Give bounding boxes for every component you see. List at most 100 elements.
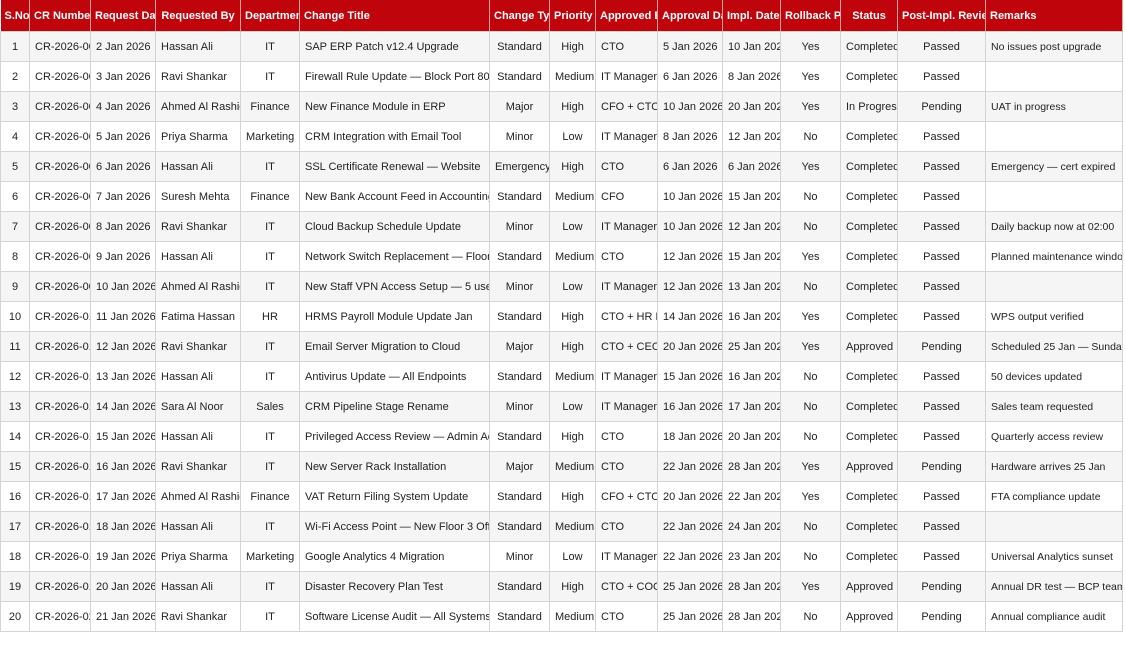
cell-status[interactable]: Approved [840, 331, 898, 362]
cell-remarks[interactable]: WPS output verified [985, 301, 1123, 332]
cell-impl-date[interactable]: 24 Jan 2026 [722, 511, 781, 542]
cell-post-impl-review[interactable]: Pending [897, 331, 986, 362]
cell-status[interactable]: Completed [840, 541, 898, 572]
cell-department[interactable]: IT [240, 31, 300, 62]
cell-sno[interactable]: 5 [0, 151, 30, 182]
cell-priority[interactable]: High [549, 571, 596, 602]
table-row[interactable]: 4CR-2026-0045 Jan 2026Priya SharmaMarket… [0, 121, 1123, 152]
cell-request-date[interactable]: 10 Jan 2026 [90, 271, 156, 302]
cell-status[interactable]: Completed [840, 391, 898, 422]
cell-remarks[interactable]: Hardware arrives 25 Jan [985, 451, 1123, 482]
cell-requested-by[interactable]: Ahmed Al Rashid [155, 481, 241, 512]
cell-status[interactable]: Completed [840, 421, 898, 452]
cell-remarks[interactable]: Daily backup now at 02:00 [985, 211, 1123, 242]
cell-priority[interactable]: Low [549, 271, 596, 302]
col-header-request-date[interactable]: Request Date [90, 0, 156, 32]
cell-approval-date[interactable]: 25 Jan 2026 [657, 571, 723, 602]
cell-rollback-plan[interactable]: No [780, 211, 841, 242]
cell-request-date[interactable]: 11 Jan 2026 [90, 301, 156, 332]
cell-department[interactable]: Sales [240, 391, 300, 422]
cell-department[interactable]: IT [240, 451, 300, 482]
cell-approved-by[interactable]: CTO [595, 151, 658, 182]
cell-change-title[interactable]: New Staff VPN Access Setup — 5 users [299, 271, 490, 302]
cell-impl-date[interactable]: 28 Jan 2026 [722, 451, 781, 482]
cell-remarks[interactable]: 50 devices updated [985, 361, 1123, 392]
cell-status[interactable]: Completed [840, 271, 898, 302]
cell-department[interactable]: IT [240, 421, 300, 452]
cell-change-title[interactable]: New Bank Account Feed in Accounting SW [299, 181, 490, 212]
cell-remarks[interactable]: FTA compliance update [985, 481, 1123, 512]
cell-sno[interactable]: 13 [0, 391, 30, 422]
cell-requested-by[interactable]: Hassan Ali [155, 361, 241, 392]
cell-sno[interactable]: 11 [0, 331, 30, 362]
cell-change-type[interactable]: Standard [489, 571, 550, 602]
cell-change-title[interactable]: Cloud Backup Schedule Update [299, 211, 490, 242]
cell-requested-by[interactable]: Sara Al Noor [155, 391, 241, 422]
cell-priority[interactable]: Low [549, 541, 596, 572]
cell-request-date[interactable]: 14 Jan 2026 [90, 391, 156, 422]
cell-rollback-plan[interactable]: No [780, 121, 841, 152]
cell-approval-date[interactable]: 6 Jan 2026 [657, 61, 723, 92]
cell-change-type[interactable]: Standard [489, 601, 550, 632]
cell-change-title[interactable]: Email Server Migration to Cloud [299, 331, 490, 362]
cell-approval-date[interactable]: 18 Jan 2026 [657, 421, 723, 452]
table-row[interactable]: 8CR-2026-0089 Jan 2026Hassan AliITNetwor… [0, 241, 1123, 272]
cell-impl-date[interactable]: 20 Jan 2026 [722, 91, 781, 122]
cell-sno[interactable]: 14 [0, 421, 30, 452]
cell-requested-by[interactable]: Priya Sharma [155, 541, 241, 572]
cell-approved-by[interactable]: IT Manager [595, 211, 658, 242]
cell-requested-by[interactable]: Ahmed Al Rashid [155, 271, 241, 302]
col-header-impl-date[interactable]: Impl. Date [722, 0, 781, 32]
cell-cr-number[interactable]: CR-2026-006 [29, 181, 91, 212]
cell-approval-date[interactable]: 10 Jan 2026 [657, 91, 723, 122]
cell-remarks[interactable] [985, 61, 1123, 92]
cell-request-date[interactable]: 13 Jan 2026 [90, 361, 156, 392]
cell-rollback-plan[interactable]: No [780, 511, 841, 542]
cell-impl-date[interactable]: 13 Jan 2026 [722, 271, 781, 302]
cell-rollback-plan[interactable]: No [780, 421, 841, 452]
cell-post-impl-review[interactable]: Pending [897, 601, 986, 632]
cell-approved-by[interactable]: CTO [595, 601, 658, 632]
cell-impl-date[interactable]: 20 Jan 2026 [722, 421, 781, 452]
cell-impl-date[interactable]: 22 Jan 2026 [722, 481, 781, 512]
col-header-change-type[interactable]: Change Type [489, 0, 550, 32]
cell-impl-date[interactable]: 6 Jan 2026 [722, 151, 781, 182]
cell-status[interactable]: In Progress [840, 91, 898, 122]
cell-remarks[interactable]: Emergency — cert expired [985, 151, 1123, 182]
cell-impl-date[interactable]: 12 Jan 2026 [722, 211, 781, 242]
cell-change-type[interactable]: Standard [489, 301, 550, 332]
cell-cr-number[interactable]: CR-2026-011 [29, 331, 91, 362]
cell-department[interactable]: IT [240, 361, 300, 392]
cell-status[interactable]: Approved [840, 571, 898, 602]
cell-cr-number[interactable]: CR-2026-020 [29, 601, 91, 632]
cell-requested-by[interactable]: Hassan Ali [155, 571, 241, 602]
table-row[interactable]: 15CR-2026-01516 Jan 2026Ravi ShankarITNe… [0, 451, 1123, 482]
col-header-status[interactable]: Status [840, 0, 898, 32]
cell-department[interactable]: IT [240, 211, 300, 242]
cell-remarks[interactable] [985, 271, 1123, 302]
cell-request-date[interactable]: 16 Jan 2026 [90, 451, 156, 482]
cell-post-impl-review[interactable]: Passed [897, 511, 986, 542]
cell-sno[interactable]: 4 [0, 121, 30, 152]
col-header-sno[interactable]: S.No. [0, 0, 30, 32]
cell-request-date[interactable]: 8 Jan 2026 [90, 211, 156, 242]
col-header-change-title[interactable]: Change Title [299, 0, 490, 32]
cell-approved-by[interactable]: IT Manager [595, 61, 658, 92]
cell-approval-date[interactable]: 22 Jan 2026 [657, 451, 723, 482]
cell-remarks[interactable] [985, 121, 1123, 152]
cell-approval-date[interactable]: 16 Jan 2026 [657, 391, 723, 422]
cell-requested-by[interactable]: Ravi Shankar [155, 211, 241, 242]
cell-change-type[interactable]: Standard [489, 31, 550, 62]
cell-rollback-plan[interactable]: No [780, 361, 841, 392]
cell-department[interactable]: Marketing [240, 541, 300, 572]
cell-cr-number[interactable]: CR-2026-019 [29, 571, 91, 602]
cell-request-date[interactable]: 7 Jan 2026 [90, 181, 156, 212]
cell-approval-date[interactable]: 20 Jan 2026 [657, 481, 723, 512]
cell-approved-by[interactable]: IT Manager [595, 541, 658, 572]
cell-request-date[interactable]: 3 Jan 2026 [90, 61, 156, 92]
cell-cr-number[interactable]: CR-2026-002 [29, 61, 91, 92]
cell-department[interactable]: IT [240, 331, 300, 362]
cell-priority[interactable]: Low [549, 391, 596, 422]
table-row[interactable]: 7CR-2026-0078 Jan 2026Ravi ShankarITClou… [0, 211, 1123, 242]
cell-request-date[interactable]: 6 Jan 2026 [90, 151, 156, 182]
